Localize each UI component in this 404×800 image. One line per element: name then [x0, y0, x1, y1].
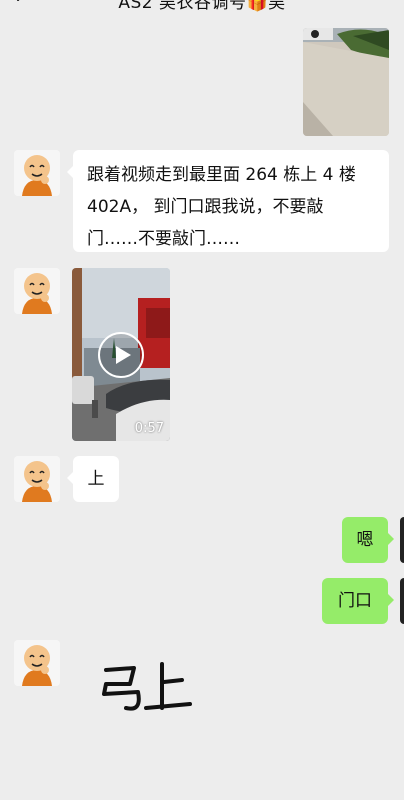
handwriting-sticker[interactable] [100, 660, 196, 716]
message-line: 门……不要敲门…… [87, 229, 240, 249]
monk-avatar-icon [14, 150, 60, 196]
video-message[interactable]: 0:57 [72, 268, 170, 441]
contact-avatar[interactable] [14, 456, 60, 502]
message-bubble[interactable]: 门口 [322, 578, 394, 624]
monk-avatar-icon [14, 456, 60, 502]
chat-header: AS2 吴衣谷调号🎁吴 [0, 0, 404, 13]
self-avatar[interactable] [400, 578, 404, 624]
chevron-left-icon[interactable] [14, 0, 30, 8]
image-message[interactable] [303, 28, 389, 136]
message-text: 嗯 [356, 530, 374, 550]
message-bubble[interactable]: 上 [67, 456, 119, 502]
sidewalk-photo [303, 28, 389, 136]
self-avatar[interactable] [400, 517, 404, 563]
monk-avatar-icon [14, 640, 60, 686]
message-line: 402A， 到门口跟我说，不要敲 [87, 197, 324, 217]
chat-title: AS2 吴衣谷调号🎁吴 [118, 0, 286, 13]
video-duration: 0:57 [134, 421, 164, 436]
contact-avatar[interactable] [14, 640, 60, 686]
message-line: 跟着视频走到最里面 264 栋上 4 楼 [87, 165, 356, 185]
play-icon[interactable] [98, 332, 144, 378]
contact-avatar[interactable] [14, 150, 60, 196]
contact-avatar[interactable] [14, 268, 60, 314]
monk-avatar-icon [14, 268, 60, 314]
message-text: 上 [87, 469, 105, 489]
message-text: 门口 [338, 591, 372, 611]
message-bubble[interactable]: 跟着视频走到最里面 264 栋上 4 楼 402A， 到门口跟我说，不要敲 门…… [67, 150, 389, 252]
message-bubble[interactable]: 嗯 [342, 517, 394, 563]
